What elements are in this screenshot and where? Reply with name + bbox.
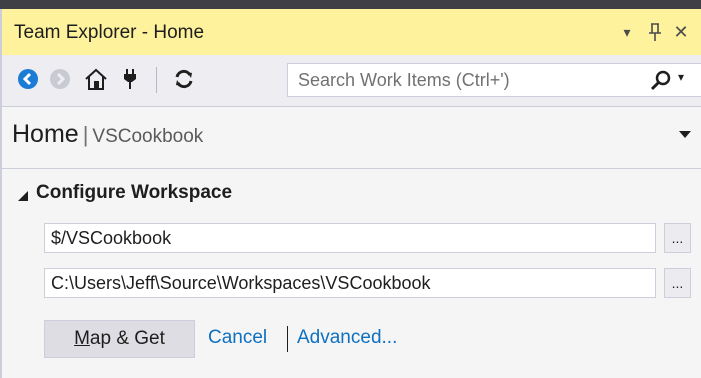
page-title[interactable]: Home: [12, 120, 79, 148]
window-dropdown-icon[interactable]: ▾: [614, 17, 640, 47]
page-header: Home | VSCookbook: [12, 120, 203, 149]
title-bar: Team Explorer - Home ▾ ✕: [2, 9, 701, 55]
map-get-mnemonic: M: [74, 328, 90, 349]
search-work-items-box[interactable]: ▾: [287, 63, 701, 97]
refresh-icon[interactable]: [170, 65, 198, 93]
link-separator: [287, 326, 288, 352]
home-icon[interactable]: [82, 65, 110, 93]
browse-server-path-button[interactable]: ...: [664, 223, 691, 253]
window-title: Team Explorer - Home: [14, 22, 205, 43]
browse-local-path-button[interactable]: ...: [664, 268, 691, 298]
back-arrow-icon[interactable]: [14, 65, 42, 93]
map-get-label: ap & Get: [89, 328, 165, 349]
navigation-dropdown-icon[interactable]: [678, 130, 692, 140]
window-top-border: [0, 0, 701, 9]
search-icon[interactable]: [648, 68, 674, 94]
connect-plug-icon[interactable]: [116, 65, 144, 93]
collapse-triangle-icon[interactable]: [17, 190, 29, 202]
project-name: VSCookbook: [92, 126, 204, 147]
forward-arrow-icon[interactable]: [46, 65, 74, 93]
cancel-link[interactable]: Cancel: [208, 327, 267, 349]
header-separator: |: [82, 122, 89, 147]
server-path-field[interactable]: [44, 223, 656, 253]
section-title-configure-workspace[interactable]: Configure Workspace: [36, 182, 232, 204]
search-input[interactable]: [288, 64, 638, 96]
close-icon[interactable]: ✕: [668, 17, 694, 47]
local-path-field[interactable]: [44, 268, 656, 298]
advanced-link[interactable]: Advanced...: [297, 327, 397, 349]
map-and-get-button[interactable]: Map & Get: [44, 320, 195, 358]
search-dropdown-icon[interactable]: ▾: [678, 70, 684, 84]
toolbar: ▾: [2, 55, 701, 107]
header-divider: [2, 168, 701, 169]
pin-icon[interactable]: [642, 17, 668, 47]
toolbar-separator: [156, 67, 157, 93]
